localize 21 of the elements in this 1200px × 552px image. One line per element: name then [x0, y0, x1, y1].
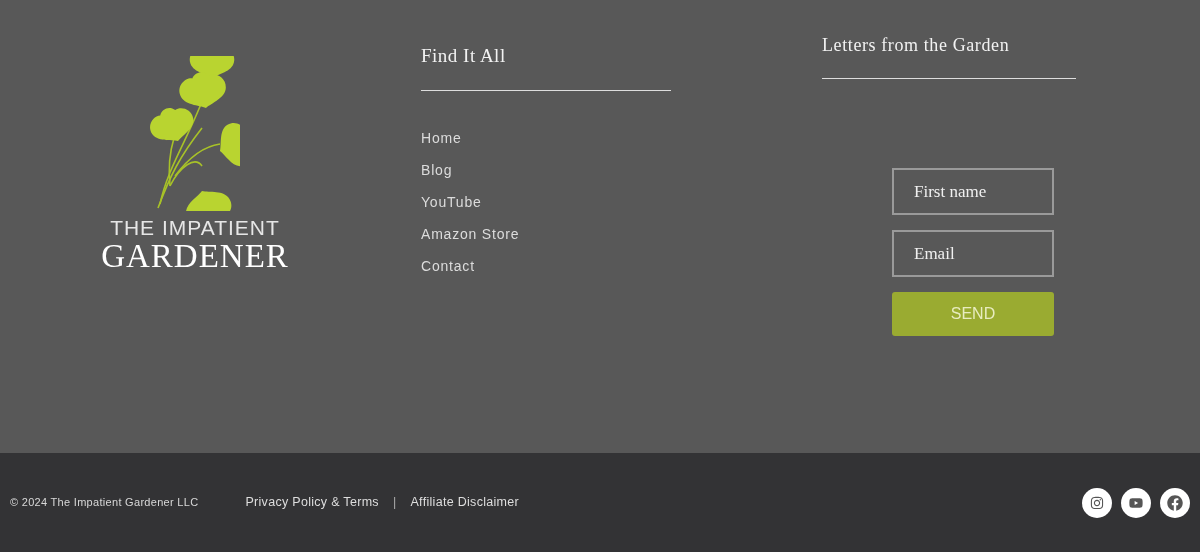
- text-input-field[interactable]: First name: [892, 168, 1054, 215]
- footer-nav-link[interactable]: Blog: [421, 161, 453, 180]
- play-button-icon: [1129, 495, 1143, 510]
- copyright-text: © 2024 The Impatient Gardener LLC: [10, 495, 199, 511]
- footer-nav-link[interactable]: Contact: [421, 257, 475, 276]
- link-separator: |: [392, 494, 397, 512]
- footer-nav-link[interactable]: Home: [421, 129, 462, 148]
- footer-nav-link[interactable]: Amazon Store: [421, 225, 520, 244]
- facebook-icon: [1167, 494, 1183, 511]
- section-heading: Letters from the Garden: [822, 34, 1011, 57]
- instagram-icon: [1090, 495, 1104, 510]
- footer-nav-link[interactable]: YouTube: [421, 193, 482, 212]
- section-heading: Find It All: [421, 44, 507, 68]
- text-input-field[interactable]: Email: [892, 230, 1054, 277]
- footer-link[interactable]: Affiliate Disclaimer: [410, 493, 520, 512]
- social-link[interactable]: [1121, 487, 1151, 518]
- logo-wordmark: GARDENER: [101, 240, 289, 273]
- social-link[interactable]: [1082, 487, 1112, 518]
- social-link[interactable]: [1160, 487, 1190, 518]
- logo-tagline: THE IMPATIENT: [110, 217, 280, 238]
- footer-link[interactable]: Privacy Policy & Terms: [245, 493, 379, 512]
